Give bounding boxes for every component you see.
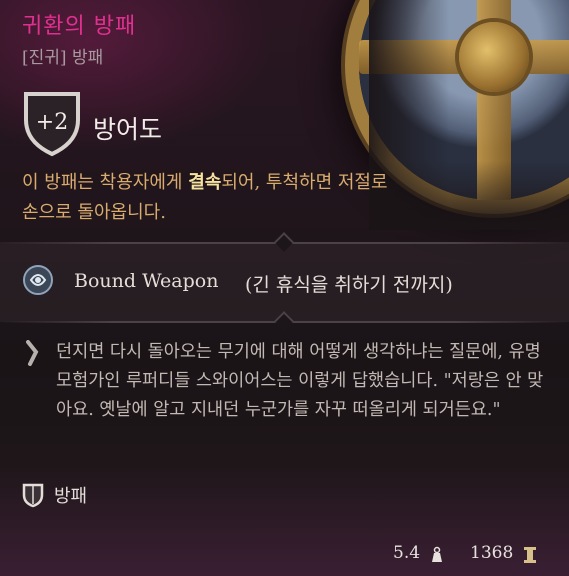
armor-class-value: +2: [35, 110, 69, 135]
weight-icon: [432, 546, 442, 562]
bound-weapon-icon[interactable]: [22, 264, 54, 296]
gold-coin-icon: [524, 547, 536, 563]
item-name: 귀환의 방패: [22, 14, 137, 39]
flavor-text: 던지면 다시 돌아오는 무기에 대해 어떻게 생각하냐는 질문에, 유명 모험가…: [56, 342, 544, 420]
property-name[interactable]: Bound Weapon: [74, 270, 218, 292]
property-duration: (긴 휴식을 취하기 전까지): [245, 274, 453, 296]
item-price: 1368: [470, 543, 514, 563]
shield-type-icon: [22, 483, 44, 508]
item-tooltip: 귀환의 방패 [진귀] 방패 +2 방어도 이 방패는 착용자에게 결속되어, …: [0, 0, 569, 576]
item-type: 방패: [54, 486, 88, 507]
keyword-bound[interactable]: 결속: [188, 172, 221, 193]
armor-class-label: 방어도: [93, 115, 163, 144]
item-description: 이 방패는 착용자에게 결속되어, 투척하면 저절로 손으로 돌아옵니다.: [22, 172, 388, 223]
item-weight: 5.4: [393, 543, 421, 563]
lore-icon: [26, 340, 39, 366]
item-rarity-type: [진귀] 방패: [22, 48, 104, 68]
